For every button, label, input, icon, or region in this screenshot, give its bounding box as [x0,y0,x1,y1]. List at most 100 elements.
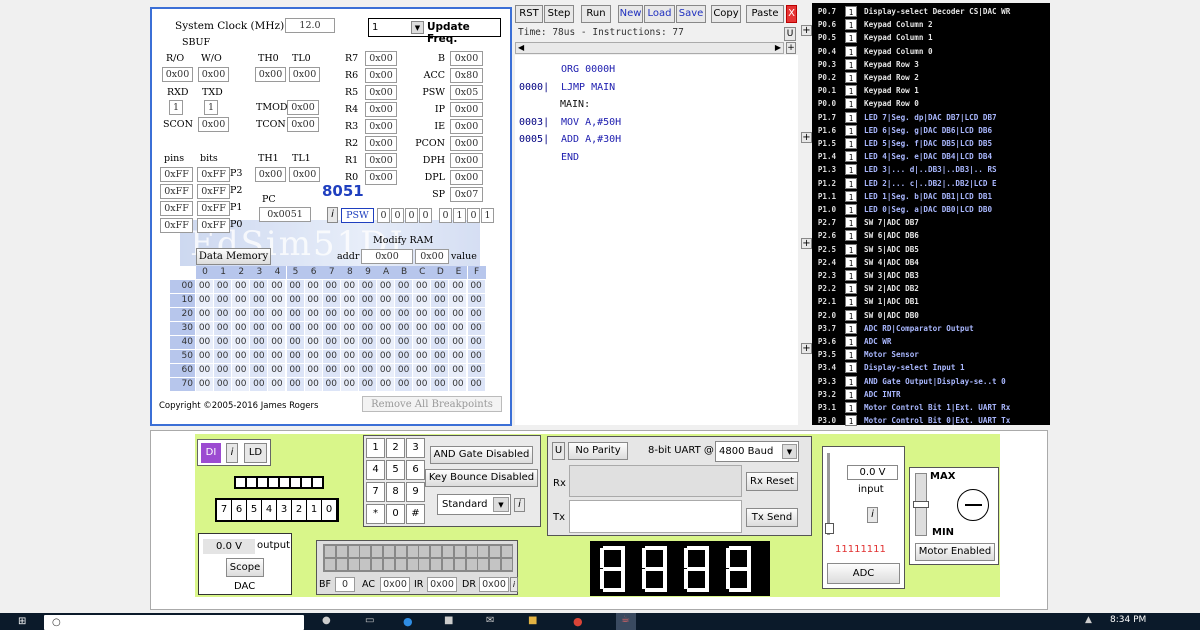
mem-cell[interactable]: 00 [395,308,413,321]
reg-field-r7[interactable]: 0x00 [365,51,397,66]
code-line-text[interactable]: MOV A,#50H [561,117,621,128]
and-gate-button[interactable]: AND Gate Disabled [430,446,533,464]
mem-cell[interactable]: 00 [214,336,232,349]
keypad-key[interactable]: 3 [406,438,425,458]
psw-bit[interactable]: 0 [377,208,390,223]
port-pin-value[interactable]: 1 [845,388,857,400]
save-button[interactable]: Save [676,5,706,23]
reg-field-r1[interactable]: 0x00 [365,153,397,168]
mem-cell[interactable]: 00 [467,308,485,321]
mem-cell[interactable]: 00 [340,364,358,377]
mem-cell[interactable]: 00 [467,322,485,335]
chevron-down-icon[interactable]: ▼ [782,444,797,459]
chevron-down-icon[interactable]: ▼ [493,497,509,512]
tl1-field[interactable]: 0x00 [289,167,320,182]
sbuf-write-field[interactable]: 0x00 [198,67,229,82]
port-pin-value[interactable]: 1 [845,85,857,97]
port-pin-value[interactable]: 1 [845,256,857,268]
mem-cell[interactable]: 00 [250,280,268,293]
port-pin-value[interactable]: 1 [845,230,857,242]
mem-cell[interactable]: 00 [232,350,250,363]
horizontal-scrollbar[interactable]: ◀ ▶ [515,42,784,54]
key-bounce-button[interactable]: Key Bounce Disabled [425,469,538,487]
mem-cell[interactable]: 00 [250,308,268,321]
mem-cell[interactable]: 00 [431,364,449,377]
chrome-icon[interactable]: ● [573,615,583,628]
java-app-icon[interactable]: ☕ [616,613,636,630]
reg-field-ie[interactable]: 0x00 [450,119,483,134]
mem-cell[interactable]: 00 [449,322,467,335]
port-bits-field[interactable]: 0xFF [197,167,230,182]
mem-cell[interactable]: 00 [395,294,413,307]
mem-cell[interactable]: 00 [413,294,431,307]
psw-bit[interactable]: 0 [467,208,480,223]
keypad-key[interactable]: * [366,504,385,524]
mem-cell[interactable]: 00 [304,364,322,377]
motor-slider-handle[interactable] [913,501,929,508]
port-pin-value[interactable]: 1 [845,111,857,123]
port-pin-value[interactable]: 1 [845,349,857,361]
reg-field-r0[interactable]: 0x00 [365,170,397,185]
psw-bit[interactable]: 0 [405,208,418,223]
mem-cell[interactable]: 00 [322,350,340,363]
port-pin-value[interactable]: 1 [845,19,857,31]
reg-field-r6[interactable]: 0x00 [365,68,397,83]
mem-cell[interactable]: 00 [377,378,395,391]
mem-cell[interactable]: 00 [449,280,467,293]
update-freq-button[interactable]: Update Freq. [427,21,500,45]
port-bits-field[interactable]: 0xFF [197,184,230,199]
mem-cell[interactable]: 00 [358,364,376,377]
run-button[interactable]: Run [581,5,611,23]
port-pins-field[interactable]: 0xFF [160,201,193,216]
mic-icon[interactable]: ● [322,615,331,626]
mem-cell[interactable]: 00 [232,378,250,391]
mem-cell[interactable]: 00 [268,280,286,293]
mem-cell[interactable]: 00 [250,294,268,307]
port-pin-value[interactable]: 1 [845,309,857,321]
code-line-text[interactable]: ORG 0000H [561,64,615,75]
switch[interactable]: 3 [277,500,291,520]
parity-button[interactable]: No Parity [568,442,628,460]
reg-field-r2[interactable]: 0x00 [365,136,397,151]
adc-slider-handle[interactable] [825,523,834,534]
u-button[interactable]: U [784,27,796,41]
mem-cell[interactable]: 00 [431,308,449,321]
adc-input-field[interactable]: 0.0 V [847,465,898,480]
close-icon[interactable]: X [786,5,797,23]
addr-field[interactable]: 0x00 [361,249,413,264]
reg-field-r5[interactable]: 0x00 [365,85,397,100]
mem-cell[interactable]: 00 [268,350,286,363]
mem-cell[interactable]: 00 [340,378,358,391]
txd-field[interactable]: 1 [204,100,218,115]
mem-cell[interactable]: 00 [214,364,232,377]
mem-cell[interactable]: 00 [322,280,340,293]
mem-cell[interactable]: 00 [377,350,395,363]
mem-cell[interactable]: 00 [413,280,431,293]
port-pin-value[interactable]: 1 [845,177,857,189]
mem-cell[interactable]: 00 [431,378,449,391]
psw-bit[interactable]: 1 [453,208,466,223]
port-pin-value[interactable]: 1 [845,296,857,308]
mem-cell[interactable]: 00 [395,350,413,363]
keypad-key[interactable]: 5 [386,460,405,480]
scroll-left-icon[interactable]: ◀ [518,43,524,53]
port-pin-value[interactable]: 1 [845,138,857,149]
code-line-text[interactable]: ADD A,#30H [561,134,621,145]
di-button[interactable]: DI [201,443,221,463]
mem-cell[interactable]: 00 [268,308,286,321]
mem-cell[interactable]: 00 [214,322,232,335]
mem-cell[interactable]: 00 [286,364,304,377]
adc-button[interactable]: ADC [827,563,900,584]
expand-port-3-icon[interactable]: + [801,343,812,354]
port-bits-field[interactable]: 0xFF [197,201,230,216]
rxd-field[interactable]: 1 [169,100,183,115]
keypad-key[interactable]: 7 [366,482,385,502]
keypad-key[interactable]: 9 [406,482,425,502]
mem-cell[interactable]: 00 [196,364,214,377]
mem-cell[interactable]: 00 [214,294,232,307]
mem-cell[interactable]: 00 [340,294,358,307]
port-pins-field[interactable]: 0xFF [160,184,193,199]
mem-cell[interactable]: 00 [268,336,286,349]
mem-cell[interactable]: 00 [322,378,340,391]
port-bits-field[interactable]: 0xFF [197,218,230,233]
